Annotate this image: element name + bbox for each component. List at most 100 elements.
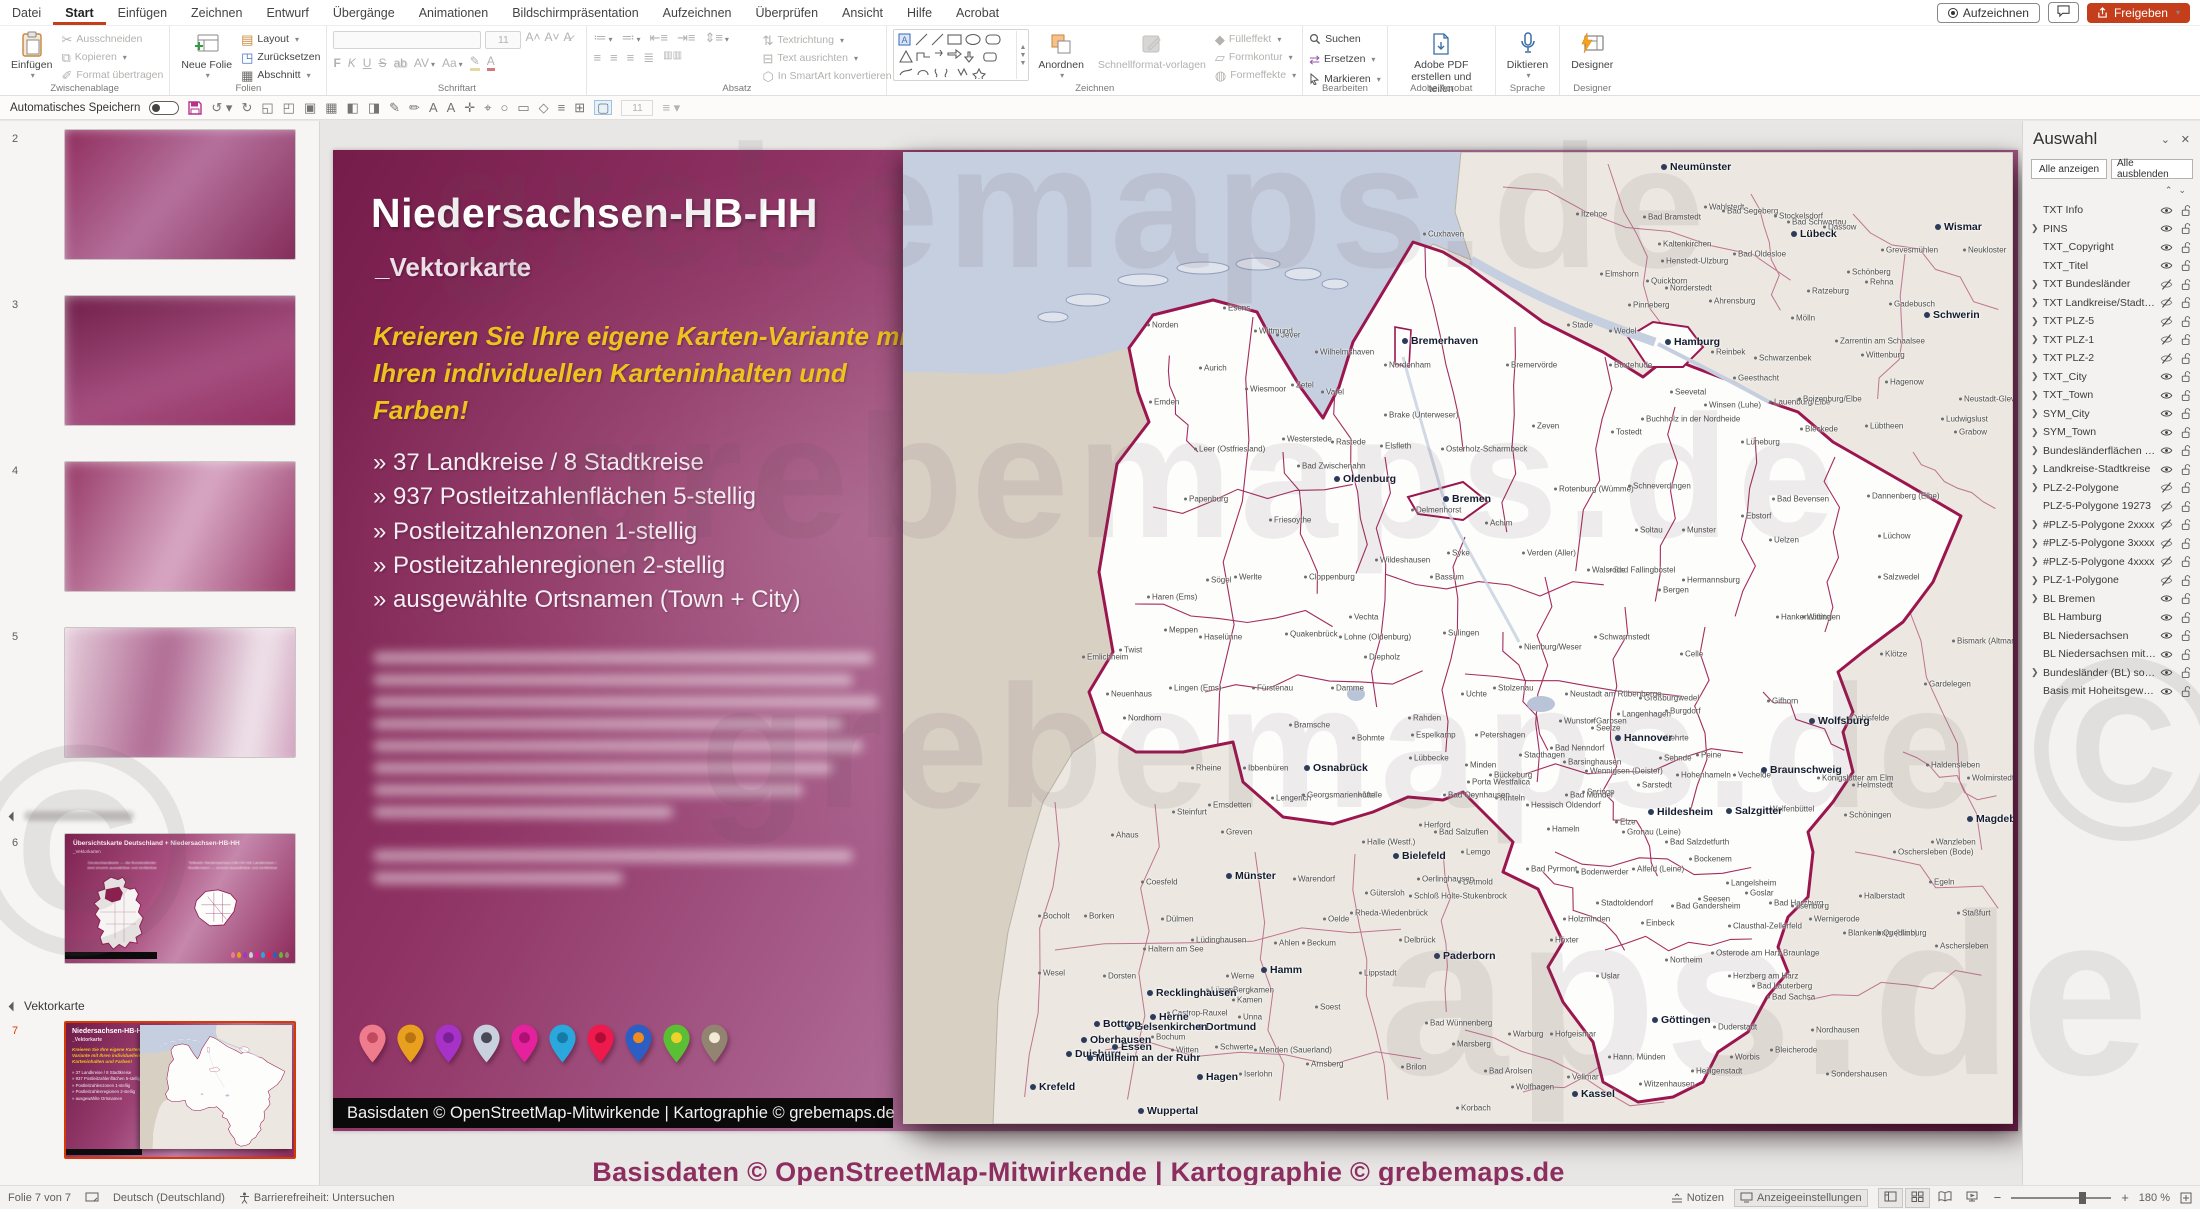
expand-icon[interactable]: ❯ [2031, 223, 2043, 234]
layer-label[interactable]: PLZ-2-Polygone [2043, 482, 2156, 494]
layer-label[interactable]: BL Niedersachsen [2043, 630, 2156, 642]
eye-visible-icon[interactable] [2156, 463, 2176, 476]
expand-icon[interactable]: ❯ [2031, 482, 2043, 493]
align-left-icon[interactable]: ≡ [593, 51, 601, 64]
section-button[interactable]: ▦Abschnitt▾ [241, 67, 320, 83]
layer-row[interactable]: ❯TXT Bundesländer [2023, 275, 2200, 294]
accessibility-status[interactable]: Barrierefreiheit: Untersuchen [239, 1192, 395, 1204]
expand-icon[interactable]: ❯ [2031, 464, 2043, 475]
tab-überprüfen[interactable]: Überprüfen [743, 1, 830, 25]
gallery-more-icon[interactable]: ▼ [1019, 60, 1026, 67]
eye-visible-icon[interactable] [2156, 426, 2176, 439]
unlock-icon[interactable] [2176, 537, 2196, 550]
tab-animationen[interactable]: Animationen [407, 1, 501, 25]
unlock-icon[interactable] [2176, 518, 2196, 531]
bold-button[interactable]: F [333, 56, 340, 70]
eye-hidden-icon[interactable] [2156, 296, 2176, 309]
pane-close-icon[interactable]: ✕ [2181, 133, 2190, 146]
fill-color-icon[interactable]: ◧ [347, 101, 359, 114]
gallery-down-icon[interactable]: ▼ [1019, 52, 1026, 59]
font-size-select[interactable]: 11 [485, 31, 521, 49]
font-color-button[interactable]: A [487, 54, 495, 71]
layer-row[interactable]: BL Hamburg [2023, 608, 2200, 627]
eye-visible-icon[interactable] [2156, 444, 2176, 457]
tab-zeichnen[interactable]: Zeichnen [179, 1, 254, 25]
pencil-icon[interactable]: ✏ [409, 101, 420, 114]
line-spacing-icon[interactable]: ⇕≡▾ [704, 31, 729, 44]
layer-label[interactable]: BL Niedersachsen mit Nord… [2043, 648, 2156, 660]
eye-visible-icon[interactable] [2156, 389, 2176, 402]
language-status[interactable]: Deutsch (Deutschland) [113, 1192, 225, 1204]
indent-increase-icon[interactable]: ⇥≡ [677, 31, 695, 44]
unlock-icon[interactable] [2176, 407, 2196, 420]
table-icon[interactable]: ▦ [325, 101, 337, 114]
grid-icon[interactable]: ⊞ [574, 101, 585, 114]
char-format-icon[interactable]: A [447, 101, 456, 114]
unlock-icon[interactable] [2176, 278, 2196, 291]
layer-row[interactable]: ❯PINS [2023, 220, 2200, 239]
move-up-icon[interactable]: ⌃ [2165, 185, 2179, 195]
slideshow-button[interactable] [1960, 1188, 1984, 1208]
pen-icon[interactable]: ✎ [389, 101, 400, 114]
theme-icon[interactable] [85, 1192, 99, 1204]
layer-row[interactable]: ❯SYM_City [2023, 405, 2200, 424]
reset-button[interactable]: ◳Zurücksetzen [241, 49, 320, 65]
move-down-icon[interactable]: ⌄ [2178, 185, 2192, 195]
layer-label[interactable]: TXT_Town [2043, 389, 2156, 401]
map-pin-3[interactable] [433, 1022, 464, 1068]
slide-thumbnail-3[interactable] [64, 295, 296, 426]
unlock-icon[interactable] [2176, 629, 2196, 642]
slide-thumbnail-2[interactable] [64, 129, 296, 260]
slide-editing-area[interactable]: Niedersachsen-HB-HH _Vektorkarte Kreiere… [320, 121, 2022, 1185]
layer-label[interactable]: #PLZ-5-Polygone 4xxxx [2043, 556, 2156, 568]
slide-sorter-button[interactable] [1905, 1188, 1930, 1208]
expand-icon[interactable]: ❯ [2031, 371, 2043, 382]
layer-label[interactable]: BL Hamburg [2043, 611, 2156, 623]
tab-einfügen[interactable]: Einfügen [106, 1, 179, 25]
unlock-icon[interactable] [2176, 500, 2196, 513]
zoom-in-button[interactable]: + [2121, 1190, 2129, 1205]
pane-options-icon[interactable]: ⌄ [2161, 133, 2170, 146]
vector-map[interactable]: NordenAurichEmdenWittmundEsensJeverWilhe… [903, 152, 2013, 1124]
indent-decrease-icon[interactable]: ⇤≡ [649, 31, 667, 44]
unlock-icon[interactable] [2176, 370, 2196, 383]
unlock-icon[interactable] [2176, 463, 2196, 476]
align-text-button[interactable]: ⊟Text ausrichten▾ [762, 50, 901, 66]
section-header-blurred[interactable] [10, 811, 134, 821]
layer-label[interactable]: TXT Info [2043, 204, 2156, 216]
layer-row[interactable]: BL Niedersachsen [2023, 627, 2200, 646]
layer-label[interactable]: TXT Landkreise/Stadtkreise [2043, 297, 2156, 309]
eye-visible-icon[interactable] [2156, 259, 2176, 272]
layer-row[interactable]: ❯#PLZ-5-Polygone 4xxxx [2023, 553, 2200, 572]
unlock-icon[interactable] [2176, 352, 2196, 365]
show-all-button[interactable]: Alle anzeigen [2031, 159, 2107, 179]
expand-icon[interactable]: ❯ [2031, 445, 2043, 456]
text-direction-button[interactable]: ⇅Textrichtung▾ [762, 32, 901, 48]
shrink-font-icon[interactable]: A˅ [544, 31, 559, 43]
map-pin-1[interactable] [357, 1022, 388, 1068]
expand-icon[interactable]: ❯ [2031, 353, 2043, 364]
map-pin-2[interactable] [395, 1022, 426, 1068]
undo-icon[interactable]: ↺ ▾ [211, 101, 232, 114]
autosave-toggle[interactable] [149, 101, 179, 115]
slide-thumbnail-4[interactable] [64, 461, 296, 592]
shape-effects-button[interactable]: ◍Formeffekte▾ [1215, 67, 1296, 83]
slide-thumbnail-5[interactable] [64, 627, 296, 758]
paste-button[interactable]: Einfügen▾ [6, 29, 57, 82]
expand-icon[interactable]: ❯ [2031, 390, 2043, 401]
eye-hidden-icon[interactable] [2156, 537, 2176, 550]
layer-label[interactable]: SYM_City [2043, 408, 2156, 420]
eye-visible-icon[interactable] [2156, 222, 2176, 235]
layer-row[interactable]: ❯BL Bremen [2023, 590, 2200, 609]
char-spacing-button[interactable]: AV▾ [414, 56, 435, 70]
record-button[interactable]: Aufzeichnen [1937, 3, 2040, 23]
clear-format-icon[interactable]: A̷ [563, 31, 571, 43]
layer-row[interactable]: ❯TXT Landkreise/Stadtkreise [2023, 294, 2200, 313]
map-pin-10[interactable] [699, 1022, 730, 1068]
justify-icon[interactable]: ≣ [643, 51, 654, 64]
reading-view-button[interactable] [1932, 1188, 1958, 1208]
eye-hidden-icon[interactable] [2156, 315, 2176, 328]
layer-row[interactable]: Basis mit Hoheitsgewässern [2023, 682, 2200, 701]
fit-to-window-icon[interactable] [2180, 1192, 2192, 1204]
layer-label[interactable]: Bundesländerflächen mit H… [2043, 445, 2156, 457]
